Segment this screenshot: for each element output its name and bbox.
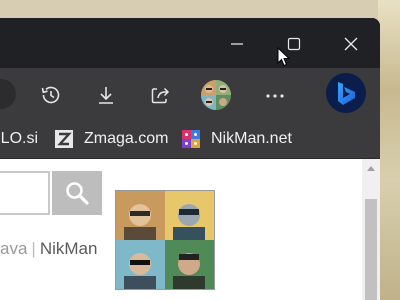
- browser-window: SLO.si Zmaga.com NikMan.net: [0, 18, 380, 300]
- minimize-icon: [231, 43, 243, 45]
- footer-name-link[interactable]: NikMan: [40, 239, 98, 258]
- history-icon: [41, 86, 60, 104]
- download-icon: [99, 87, 113, 104]
- avatar-image: [201, 80, 231, 110]
- mouse-cursor-icon: [277, 47, 291, 67]
- browser-toolbar: [0, 68, 380, 120]
- vertical-scrollbar[interactable]: [362, 159, 380, 300]
- collage-tile-1: [116, 191, 165, 240]
- collage-tile-2: [165, 191, 214, 240]
- bookmark-slo[interactable]: SLO.si: [0, 120, 38, 158]
- title-bar: [0, 18, 380, 68]
- share-button[interactable]: [145, 80, 175, 110]
- copilot-button[interactable]: [326, 73, 366, 113]
- collage-tile-4: [165, 240, 214, 289]
- share-icon: [151, 87, 170, 104]
- page-content: ava | NikMan: [0, 159, 380, 300]
- search-input[interactable]: [0, 171, 50, 215]
- zmaga-favicon: [55, 130, 73, 148]
- search-icon: [66, 182, 89, 205]
- scroll-thumb[interactable]: [365, 199, 377, 300]
- bookmark-label: NikMan.net: [211, 130, 292, 147]
- bing-copilot-icon: [338, 82, 355, 105]
- more-dots-icon: [266, 94, 284, 98]
- address-bar-edge[interactable]: [0, 79, 16, 109]
- scroll-up-button[interactable]: [362, 159, 380, 177]
- bookmark-label: SLO.si: [0, 130, 39, 147]
- collage-tile-3: [116, 240, 165, 289]
- close-button[interactable]: [333, 28, 369, 60]
- downloads-button[interactable]: [91, 80, 121, 110]
- footer-text: ava | NikMan: [0, 239, 97, 259]
- profile-avatar[interactable]: [201, 80, 231, 110]
- footer-separator: |: [31, 239, 36, 258]
- footer-fragment: ava: [0, 239, 28, 258]
- bookmark-label: Zmaga.com: [84, 130, 169, 147]
- nikman-favicon: [182, 130, 200, 148]
- desktop-wallpaper: [378, 0, 400, 300]
- search-button[interactable]: [52, 171, 102, 215]
- close-icon: [344, 37, 358, 51]
- bookmark-nikman[interactable]: NikMan.net: [182, 120, 292, 158]
- favorites-bar: SLO.si Zmaga.com NikMan.net: [0, 120, 380, 159]
- history-button[interactable]: [36, 80, 66, 110]
- more-options-button[interactable]: [260, 80, 290, 110]
- profile-collage-image[interactable]: [115, 190, 215, 290]
- scroll-up-arrow-icon: [367, 166, 375, 171]
- bookmark-zmaga[interactable]: Zmaga.com: [55, 120, 168, 158]
- minimize-button[interactable]: [219, 28, 255, 60]
